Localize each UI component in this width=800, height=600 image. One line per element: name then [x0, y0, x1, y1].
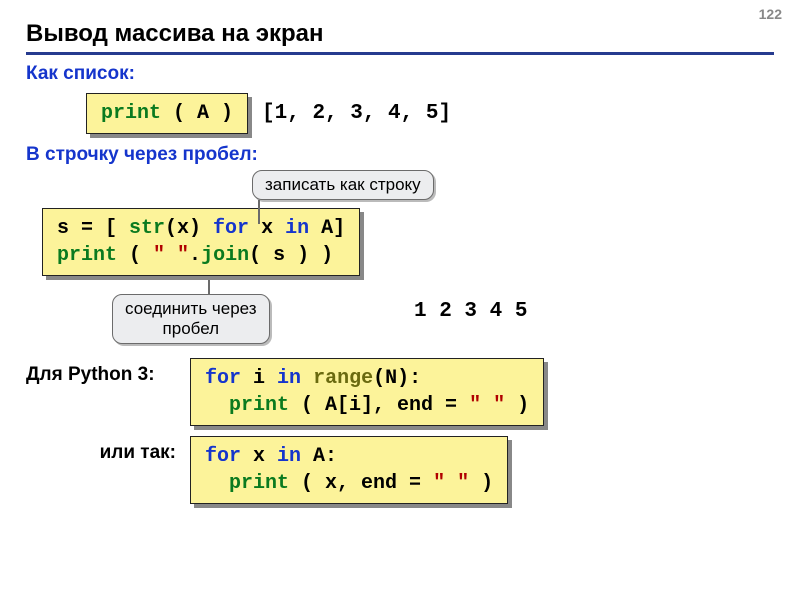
kw-for: for — [213, 217, 249, 240]
slide-title: Вывод массива на экран — [26, 20, 774, 55]
section-heading-inline: В строчку через пробел: — [26, 144, 774, 166]
kw-in: in — [277, 445, 301, 468]
code-text: . — [189, 244, 201, 267]
callout-as-string: записать как строку — [252, 170, 434, 200]
code-text: ) — [505, 394, 529, 417]
code-text: ( A[i], end = — [289, 394, 469, 417]
string-literal: " " — [433, 472, 469, 495]
page-number: 122 — [759, 6, 782, 22]
slide: Вывод массива на экран Как список: print… — [0, 0, 800, 524]
list-output-row: print ( A ) [1, 2, 3, 4, 5] — [86, 93, 774, 134]
code-text: ( x, end = — [289, 472, 433, 495]
code-text: (N): — [373, 367, 421, 390]
code-join-block: s = [ str(x) for x in A] print ( " ".joi… — [42, 208, 360, 276]
string-literal: " " — [153, 244, 189, 267]
kw-print: print — [57, 244, 117, 267]
code-text — [205, 394, 229, 417]
code-text: A] — [309, 217, 345, 240]
code-for-range: for i in range(N): print ( A[i], end = "… — [190, 358, 544, 426]
code-text: x — [241, 445, 277, 468]
label-python3: Для Python 3: — [26, 358, 176, 386]
kw-join: join — [201, 244, 249, 267]
code-text: i — [241, 367, 277, 390]
output-list: [1, 2, 3, 4, 5] — [262, 102, 451, 125]
connector-line — [258, 200, 260, 224]
code-text: ( — [117, 244, 153, 267]
kw-for: for — [205, 445, 241, 468]
kw-range: range — [313, 367, 373, 390]
kw-for: for — [205, 367, 241, 390]
code-text — [205, 472, 229, 495]
kw-print: print — [101, 102, 161, 125]
section-heading-list: Как список: — [26, 63, 774, 85]
kw-in: in — [285, 217, 309, 240]
code-text: x — [249, 217, 285, 240]
kw-print: print — [229, 394, 289, 417]
code-text: A: — [301, 445, 337, 468]
output-inline: 1 2 3 4 5 — [414, 300, 527, 323]
code-text — [301, 367, 313, 390]
code-text: ( s ) ) — [249, 244, 333, 267]
code-text: ) — [469, 472, 493, 495]
code-text: s = [ — [57, 217, 129, 240]
kw-in: in — [277, 367, 301, 390]
string-literal: " " — [469, 394, 505, 417]
kw-str: str — [129, 217, 165, 240]
code-text: (x) — [165, 217, 213, 240]
code-text: ( A ) — [161, 102, 233, 125]
code-print-a: print ( A ) — [86, 93, 248, 134]
kw-print: print — [229, 472, 289, 495]
code-for-x: for x in A: print ( x, end = " " ) — [190, 436, 508, 504]
label-or-so: или так: — [26, 436, 176, 464]
